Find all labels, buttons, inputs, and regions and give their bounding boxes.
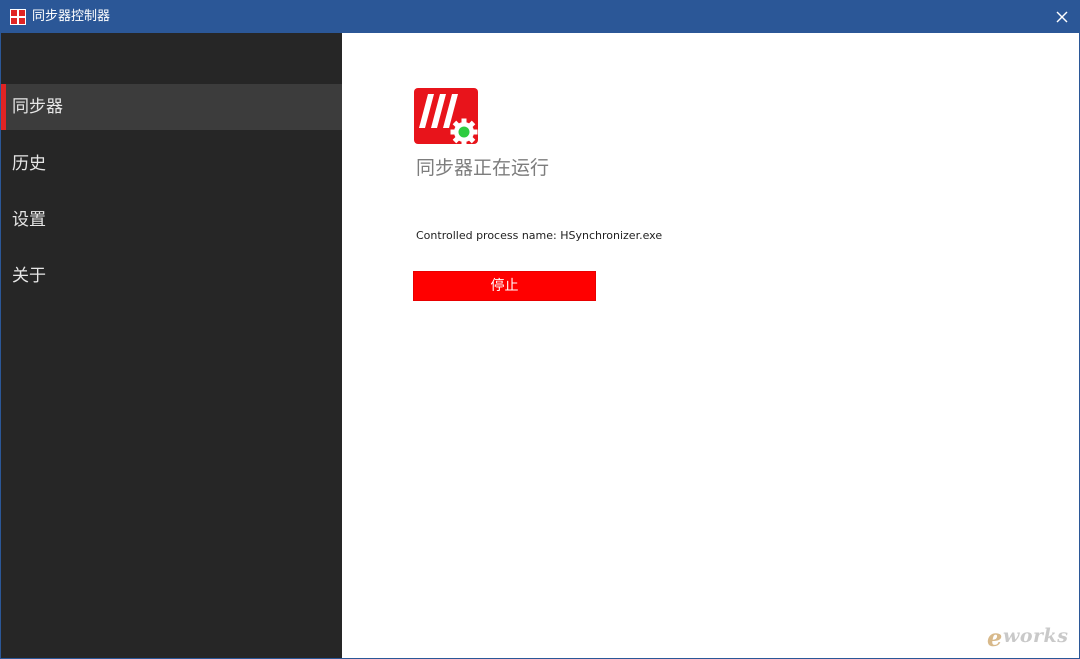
sidebar-item-settings[interactable]: 设置 [1, 197, 342, 243]
controlled-process-label: Controlled process name: HSynchronizer.e… [416, 229, 663, 242]
sidebar-item-label: 关于 [12, 266, 46, 286]
sidebar: 同步器 历史 设置 关于 [1, 33, 342, 658]
synchronizer-logo-icon [414, 88, 478, 146]
sidebar-item-label: 同步器 [12, 97, 63, 117]
stop-button[interactable]: 停止 [413, 271, 596, 301]
app-window: 同步器控制器 同步器 历史 设置 关于 同步器正在运行 Controlled p… [0, 0, 1080, 659]
app-icon [10, 9, 26, 25]
sidebar-item-label: 历史 [12, 154, 46, 174]
watermark-logo: e works [985, 621, 1073, 652]
status-title: 同步器正在运行 [416, 157, 550, 179]
close-button[interactable] [1045, 1, 1079, 33]
window-title: 同步器控制器 [32, 9, 111, 24]
active-indicator [1, 84, 6, 130]
title-bar[interactable]: 同步器控制器 [1, 1, 1079, 33]
watermark-text: works [1003, 625, 1069, 647]
main-panel: 同步器正在运行 Controlled process name: HSynchr… [342, 33, 1079, 658]
sidebar-item-history[interactable]: 历史 [1, 141, 342, 187]
sidebar-item-synchronizer[interactable]: 同步器 [1, 84, 342, 130]
close-icon [1056, 11, 1068, 23]
sidebar-item-about[interactable]: 关于 [1, 253, 342, 299]
sidebar-item-label: 设置 [12, 210, 46, 230]
watermark-prefix: e [987, 623, 1003, 652]
